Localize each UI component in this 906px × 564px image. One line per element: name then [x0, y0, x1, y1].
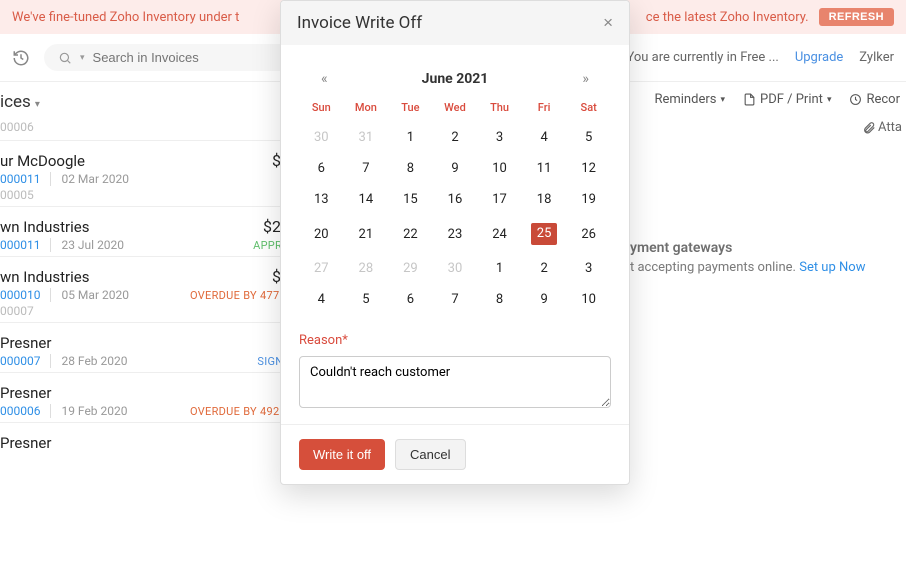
modal-overlay: Invoice Write Off × « June 2021 » SunMon…	[0, 0, 906, 564]
calendar-month-label: June 2021	[422, 71, 489, 87]
calendar-day[interactable]: 29	[388, 253, 433, 284]
calendar-next-button[interactable]: »	[576, 71, 595, 87]
calendar-day[interactable]: 26	[566, 215, 611, 253]
calendar-day[interactable]: 17	[477, 184, 522, 215]
calendar-day[interactable]: 7	[433, 284, 478, 315]
calendar-dow: Mon	[344, 97, 389, 122]
calendar-day[interactable]: 2	[522, 253, 567, 284]
calendar-day[interactable]: 2	[433, 122, 478, 153]
calendar-dow: Thu	[477, 97, 522, 122]
close-button[interactable]: ×	[603, 13, 613, 33]
calendar-day[interactable]: 31	[344, 122, 389, 153]
calendar-day[interactable]: 20	[299, 215, 344, 253]
write-off-button[interactable]: Write it off	[299, 439, 385, 470]
calendar-day[interactable]: 4	[299, 284, 344, 315]
calendar-dow: Fri	[522, 97, 567, 122]
calendar-day[interactable]: 13	[299, 184, 344, 215]
calendar-day[interactable]: 30	[299, 122, 344, 153]
modal-title: Invoice Write Off	[297, 13, 422, 33]
reason-label: Reason*	[299, 333, 611, 348]
calendar-day[interactable]: 9	[433, 153, 478, 184]
calendar-dow: Wed	[433, 97, 478, 122]
calendar-day[interactable]: 24	[477, 215, 522, 253]
calendar-day[interactable]: 7	[344, 153, 389, 184]
calendar-day[interactable]: 19	[566, 184, 611, 215]
calendar-day[interactable]: 4	[522, 122, 567, 153]
calendar-day[interactable]: 10	[566, 284, 611, 315]
calendar-day[interactable]: 6	[388, 284, 433, 315]
calendar-nav: « June 2021 »	[299, 71, 611, 97]
calendar-day[interactable]: 8	[388, 153, 433, 184]
calendar-day[interactable]: 16	[433, 184, 478, 215]
calendar-dow: Sat	[566, 97, 611, 122]
calendar-dow: Sun	[299, 97, 344, 122]
calendar-day[interactable]: 28	[344, 253, 389, 284]
calendar-day[interactable]: 3	[566, 253, 611, 284]
calendar-grid: SunMonTueWedThuFriSat 303112345678910111…	[299, 97, 611, 315]
calendar-day[interactable]: 12	[566, 153, 611, 184]
calendar-day[interactable]: 8	[477, 284, 522, 315]
calendar-day[interactable]: 6	[299, 153, 344, 184]
calendar-day[interactable]: 22	[388, 215, 433, 253]
calendar-day[interactable]: 1	[388, 122, 433, 153]
reason-input[interactable]	[299, 356, 611, 408]
calendar-day[interactable]: 5	[566, 122, 611, 153]
calendar-day[interactable]: 15	[388, 184, 433, 215]
calendar-day[interactable]: 30	[433, 253, 478, 284]
calendar-day[interactable]: 3	[477, 122, 522, 153]
close-icon: ×	[603, 13, 613, 32]
calendar-day[interactable]: 14	[344, 184, 389, 215]
calendar-day[interactable]: 1	[477, 253, 522, 284]
write-off-modal: Invoice Write Off × « June 2021 » SunMon…	[280, 0, 630, 485]
calendar-dow: Tue	[388, 97, 433, 122]
cancel-button[interactable]: Cancel	[395, 439, 465, 470]
calendar-day[interactable]: 5	[344, 284, 389, 315]
calendar-day[interactable]: 23	[433, 215, 478, 253]
calendar-day[interactable]: 11	[522, 153, 567, 184]
calendar-day[interactable]: 18	[522, 184, 567, 215]
calendar-day[interactable]: 10	[477, 153, 522, 184]
calendar-prev-button[interactable]: «	[315, 71, 334, 87]
calendar-day[interactable]: 9	[522, 284, 567, 315]
calendar-day[interactable]: 21	[344, 215, 389, 253]
calendar-day[interactable]: 25	[522, 215, 567, 253]
calendar-day[interactable]: 27	[299, 253, 344, 284]
